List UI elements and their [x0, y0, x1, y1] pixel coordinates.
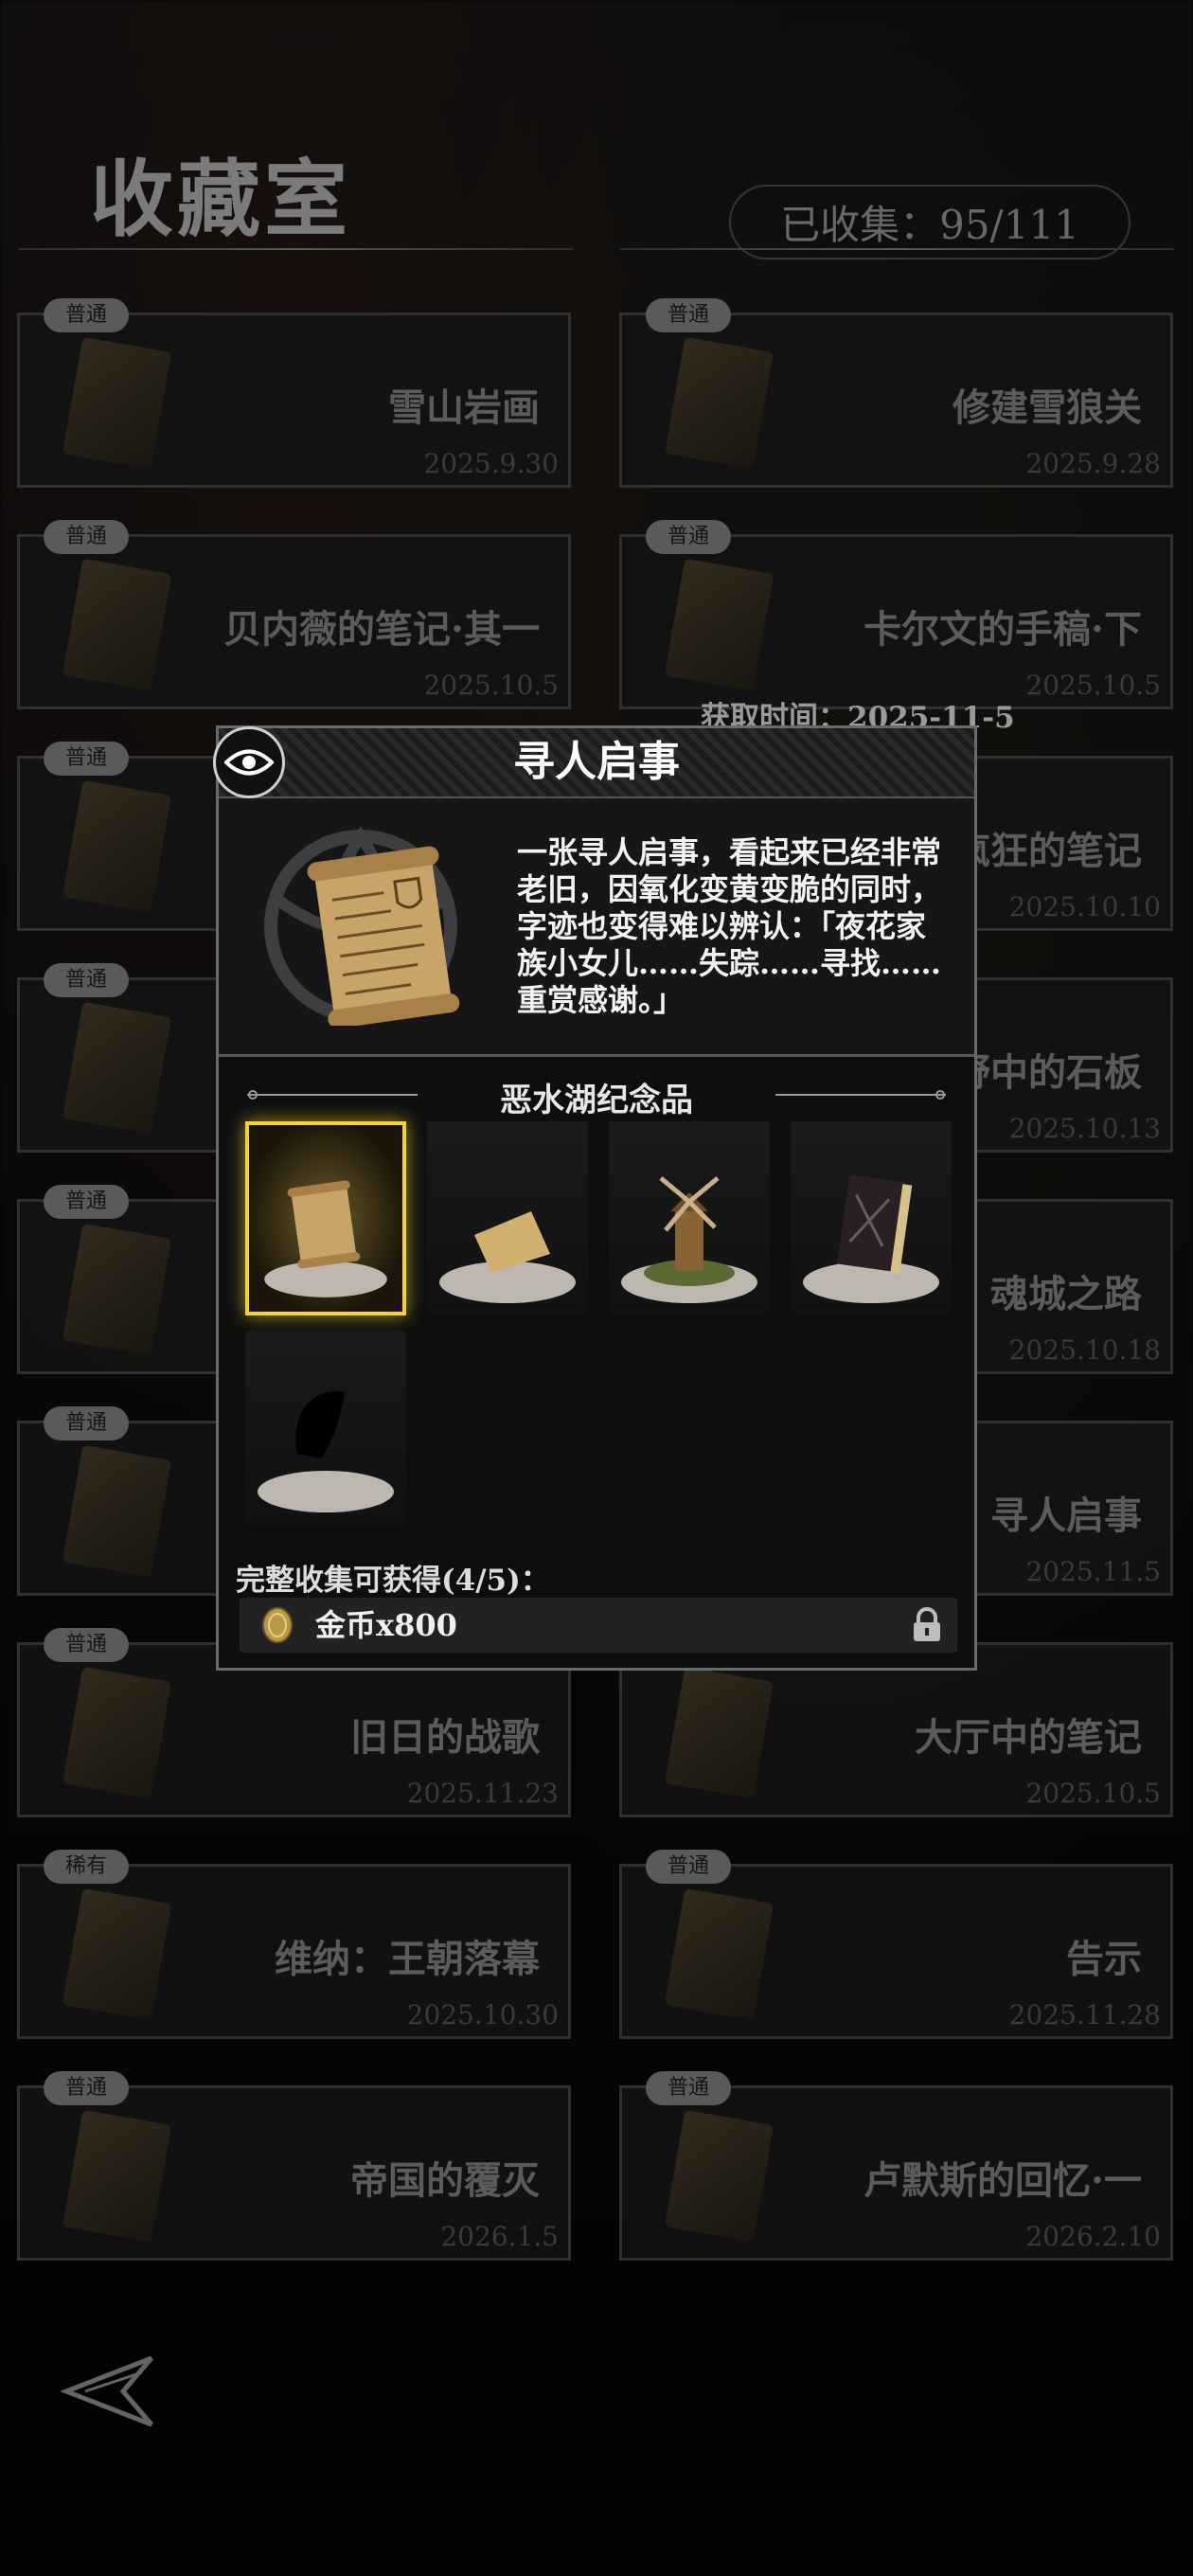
scroll-notice-icon	[264, 1180, 387, 1297]
unknown-silhouette-icon	[258, 1391, 394, 1512]
item-detail-modal: 寻人启事 一张寻人启事，看起来已经非常老旧，因氧化变黄变脆的同时，字迹也变得难以…	[213, 725, 977, 1671]
item-description: 一张寻人启事，看起来已经非常老旧，因氧化变黄变脆的同时，字迹也变得难以辨认：「夜…	[517, 834, 942, 1018]
dark-book-icon	[803, 1174, 939, 1303]
parchment-icon	[439, 1211, 576, 1303]
scroll-notice-icon	[307, 846, 460, 1026]
set-item-slot[interactable]	[427, 1121, 588, 1315]
set-item-slot[interactable]	[245, 1331, 406, 1525]
reward-text: 金币x800	[315, 1607, 457, 1643]
view-button[interactable]	[213, 726, 285, 798]
set-item-slot[interactable]	[791, 1121, 952, 1315]
set-item-slot[interactable]	[609, 1121, 770, 1315]
eye-icon	[224, 749, 274, 776]
reward-label: 完整收集可获得(4/5)：	[236, 1564, 550, 1598]
lock-icon	[914, 1607, 940, 1641]
reward-row: 金币x800	[240, 1598, 957, 1653]
ornament-right	[775, 1090, 946, 1100]
set-item-slot[interactable]	[245, 1121, 406, 1315]
windmill-icon	[621, 1176, 757, 1303]
modal-title: 寻人启事	[513, 738, 680, 786]
item-detail: 一张寻人启事，看起来已经非常老旧，因氧化变黄变脆的同时，字迹也变得难以辨认：「夜…	[219, 798, 974, 1057]
gold-coin-icon	[262, 1607, 293, 1643]
